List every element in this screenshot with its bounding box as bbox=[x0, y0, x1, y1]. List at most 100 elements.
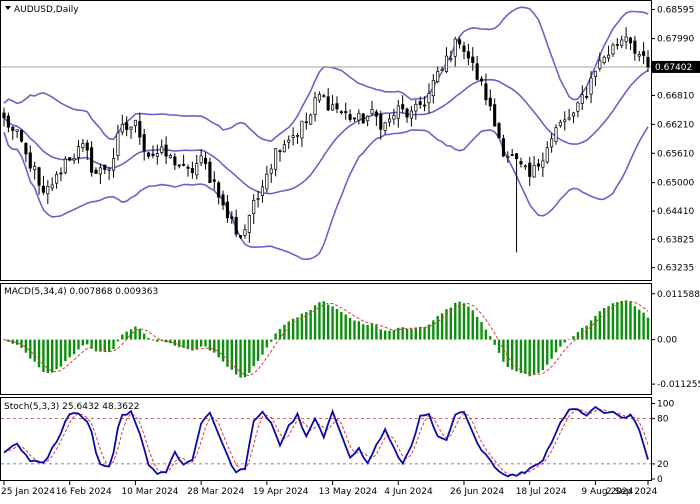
macd-bar bbox=[616, 302, 619, 340]
candle-body bbox=[374, 111, 378, 117]
macd-bar bbox=[274, 333, 277, 340]
candle-body bbox=[55, 173, 59, 184]
candle-body bbox=[458, 39, 462, 45]
candle-body bbox=[260, 186, 265, 196]
macd-bar bbox=[414, 327, 418, 340]
candle-body bbox=[182, 163, 186, 166]
macd-bar bbox=[353, 320, 356, 340]
candle bbox=[361, 113, 365, 124]
macd-bar bbox=[480, 321, 483, 340]
candle-body bbox=[6, 115, 10, 128]
macd-bar bbox=[366, 324, 369, 340]
macd-bar bbox=[458, 301, 461, 340]
candle-body bbox=[462, 45, 466, 52]
x-tick-label: 19 Apr 2024 bbox=[253, 487, 309, 497]
candle-body bbox=[366, 115, 370, 122]
macd-bar bbox=[392, 330, 396, 340]
y-tick-label: 0.67990 bbox=[657, 35, 694, 45]
macd-bar bbox=[291, 318, 295, 340]
x-tick-label: 25 Jan 2024 bbox=[1, 487, 55, 497]
macd-bar bbox=[112, 339, 115, 350]
macd-bar bbox=[633, 306, 637, 340]
macd-bar bbox=[178, 339, 181, 348]
candle-body bbox=[405, 108, 409, 118]
candle-body bbox=[72, 158, 76, 161]
candle-body bbox=[142, 134, 146, 152]
candle-body bbox=[339, 111, 343, 113]
macd-bar bbox=[11, 339, 14, 344]
candle-body bbox=[98, 167, 102, 175]
candle-body bbox=[217, 182, 221, 198]
candle-body bbox=[168, 155, 173, 159]
macd-bar bbox=[362, 324, 365, 340]
candle-body bbox=[326, 96, 330, 111]
macd-bar bbox=[506, 339, 510, 368]
candle-body bbox=[493, 104, 497, 127]
macd-bar bbox=[125, 331, 128, 340]
candle-body bbox=[344, 111, 348, 114]
x-tick-label: 4 Jun 2024 bbox=[384, 487, 433, 497]
macd-bar bbox=[134, 326, 137, 340]
candle-body bbox=[59, 172, 63, 175]
macd-bar bbox=[436, 316, 439, 340]
macd-bar bbox=[423, 326, 426, 340]
macd-bar bbox=[340, 311, 343, 340]
candle-body bbox=[177, 164, 181, 167]
chart-svg: 0.63235 0.63825 0.64410 0.65000 0.65610 0.662… bbox=[0, 0, 700, 497]
candle-body bbox=[265, 173, 269, 190]
candle-body bbox=[203, 157, 208, 165]
candle-body bbox=[611, 44, 615, 55]
macd-bar bbox=[37, 339, 41, 368]
candle-body bbox=[138, 121, 142, 138]
macd-bar bbox=[261, 339, 264, 355]
candle-body bbox=[46, 186, 50, 195]
macd-bar bbox=[322, 301, 326, 340]
macd-bar bbox=[199, 339, 203, 347]
candle bbox=[497, 121, 501, 139]
candle-body bbox=[506, 155, 510, 158]
candle-body bbox=[282, 144, 286, 153]
candle-body bbox=[76, 146, 81, 158]
stoch-label: Stoch(5,3,3) 25.6432 48.3622 bbox=[4, 402, 139, 412]
macd-bar bbox=[72, 339, 76, 355]
candle-body bbox=[164, 144, 168, 157]
candle-body bbox=[186, 166, 190, 169]
symbol-label: AUDUSD,Daily bbox=[14, 5, 79, 15]
candle-body bbox=[545, 147, 549, 163]
macd-bar bbox=[335, 308, 339, 340]
macd-bar bbox=[572, 336, 575, 340]
candle-body bbox=[550, 138, 554, 148]
candle-body bbox=[212, 179, 216, 182]
current-price-tag: 0.67402 bbox=[652, 60, 700, 73]
macd-bar bbox=[64, 339, 67, 362]
candle-body bbox=[563, 119, 567, 123]
candle-body bbox=[370, 108, 374, 115]
macd-bar bbox=[208, 339, 212, 351]
price-tag-text: 0.67402 bbox=[655, 63, 692, 73]
candle-body bbox=[361, 113, 365, 124]
candle-body bbox=[37, 167, 41, 186]
macd-bar bbox=[462, 303, 466, 340]
macd-bar bbox=[524, 339, 527, 374]
candle-body bbox=[633, 40, 637, 54]
candle-body bbox=[466, 51, 470, 59]
candle-body bbox=[352, 117, 357, 120]
macd-bar bbox=[629, 302, 632, 340]
candle-body bbox=[532, 165, 536, 178]
macd-bar bbox=[537, 339, 540, 373]
candle-body bbox=[598, 60, 602, 69]
candle-body bbox=[208, 161, 212, 184]
macd-bar bbox=[270, 339, 273, 342]
macd-bar bbox=[624, 300, 628, 340]
candle-body bbox=[436, 71, 440, 82]
candle-body bbox=[199, 155, 203, 164]
candle-body bbox=[239, 235, 243, 238]
candle-body bbox=[449, 58, 453, 60]
macd-bar bbox=[589, 320, 593, 340]
candle-body bbox=[624, 36, 628, 42]
candle-body bbox=[295, 135, 300, 137]
macd-bar bbox=[129, 329, 133, 340]
candle-body bbox=[401, 104, 405, 110]
candle-body bbox=[423, 104, 427, 107]
y-tick-label: 0.64410 bbox=[657, 207, 694, 217]
